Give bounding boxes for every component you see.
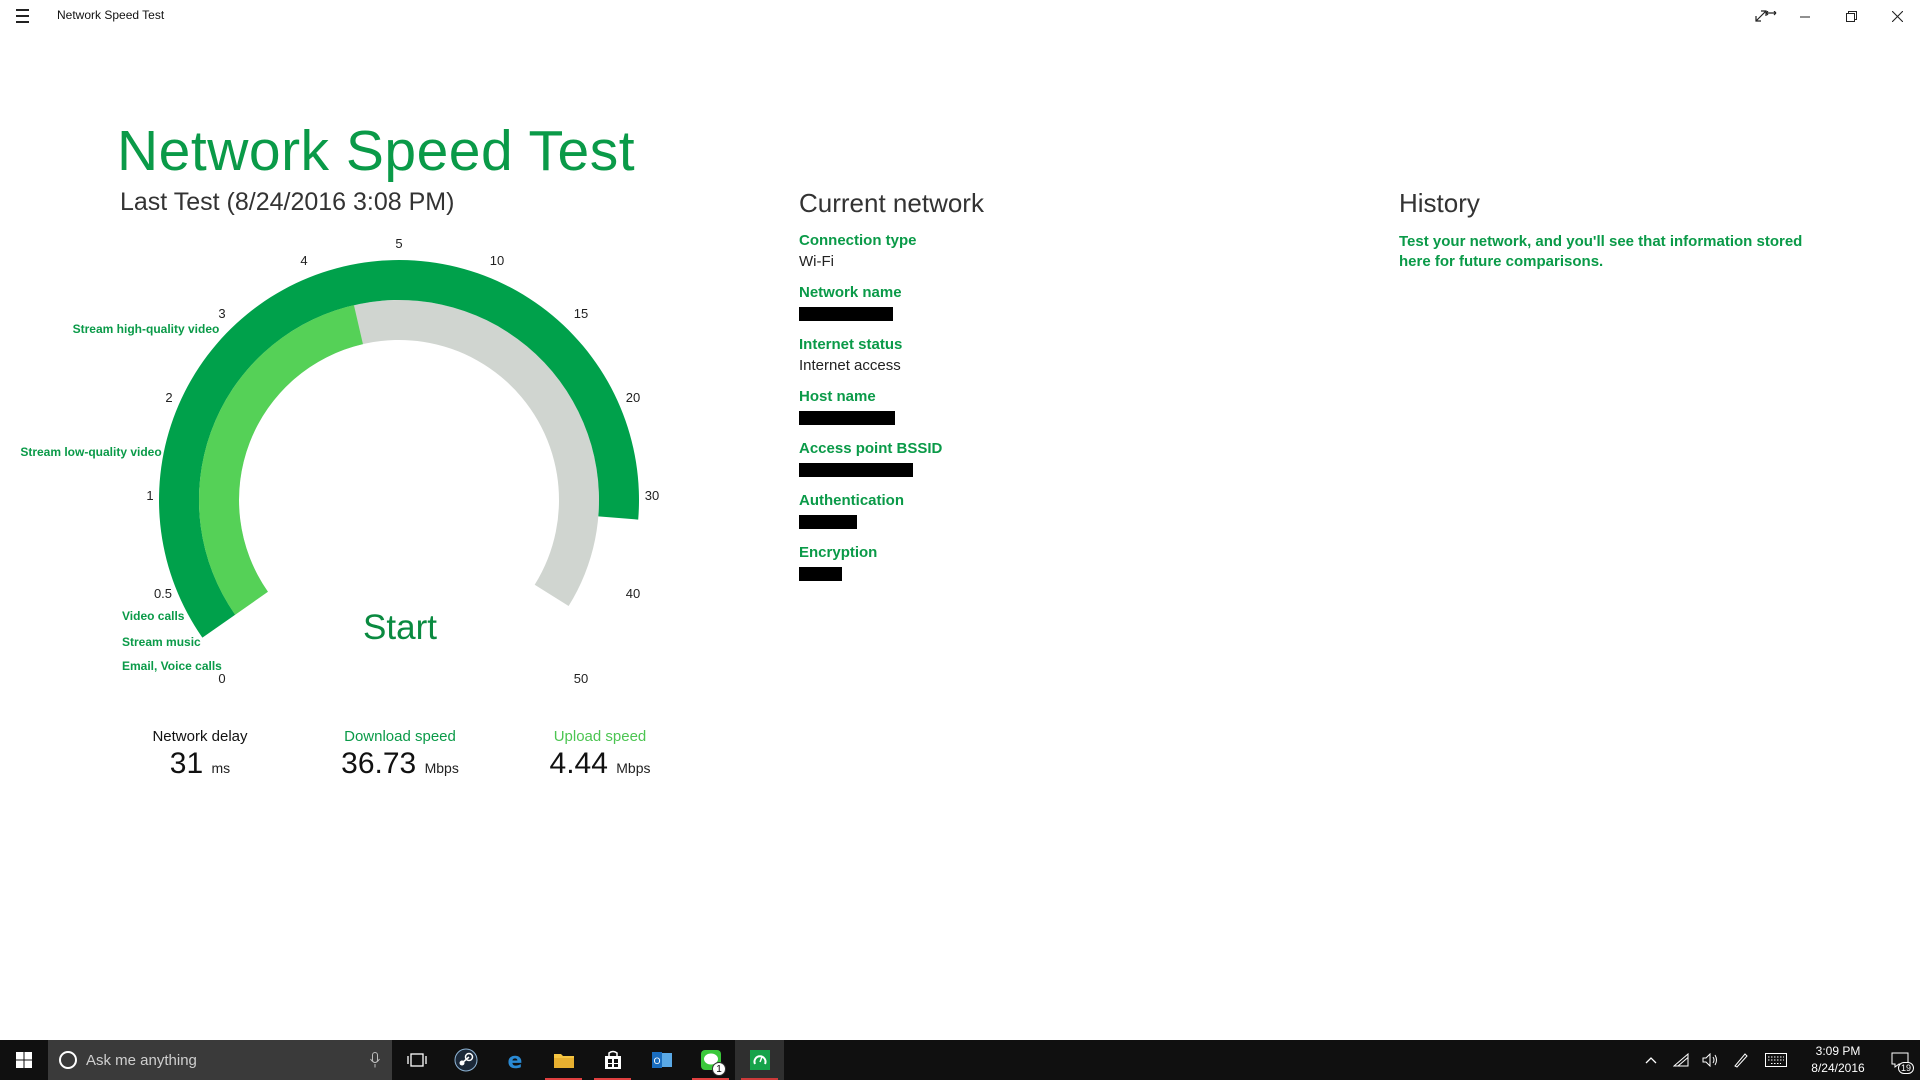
network-icon[interactable] — [1666, 1040, 1696, 1080]
download-speed-value: 36.73 Mbps — [330, 747, 470, 781]
encryption-redacted — [799, 567, 842, 581]
action-center-icon[interactable]: 19 — [1880, 1040, 1920, 1080]
svg-text:e: e — [507, 1049, 522, 1071]
window-controls — [1738, 0, 1920, 32]
system-tray: 3:09 PM 8/24/2016 19 — [1636, 1040, 1920, 1080]
internet-status-value: Internet access — [799, 357, 901, 374]
connection-type-item: Connection type Wi-Fi — [799, 232, 1119, 284]
keyboard-icon[interactable] — [1756, 1040, 1796, 1080]
gauge-scale-label: 40 — [626, 586, 640, 601]
microphone-icon[interactable] — [370, 1052, 380, 1068]
bssid-redacted — [799, 463, 913, 477]
network-delay-value: 31 ms — [140, 747, 260, 781]
current-network-heading: Current network — [799, 188, 984, 218]
line-icon[interactable]: 1 — [686, 1040, 735, 1080]
download-speed-label: Download speed — [344, 728, 456, 745]
gauge-scale-label: 30 — [645, 488, 659, 503]
encryption-item: Encryption — [799, 544, 1119, 596]
outlook-icon[interactable]: O — [637, 1040, 686, 1080]
access-point-bssid-item: Access point BSSID — [799, 440, 1119, 492]
gauge-scale-label: 1 — [146, 488, 153, 503]
network-delay-label: Network delay — [152, 728, 248, 745]
network-name-label: Network name — [799, 284, 902, 301]
history-empty-message: Test your network, and you'll see that i… — [1399, 233, 1803, 270]
page-title: Network Speed Test — [117, 119, 636, 183]
window-title: Network Speed Test — [57, 8, 165, 22]
gauge-scale-label: 10 — [490, 253, 504, 268]
gauge-scale-label: 15 — [574, 306, 588, 321]
internet-status-item: Internet status Internet access — [799, 336, 1119, 388]
system-clock[interactable]: 3:09 PM 8/24/2016 — [1796, 1043, 1880, 1077]
upload-speed-label: Upload speed — [553, 728, 647, 745]
notification-count: 19 — [1897, 1062, 1914, 1074]
taskbar-apps: e O 1 — [392, 1040, 784, 1080]
resize-arrows-icon[interactable] — [1760, 0, 1782, 32]
network-delay-stat: Network delay 31 ms — [140, 728, 260, 781]
gauge-scale-label: 3 — [218, 306, 225, 321]
gauge-scale-label: 4 — [300, 253, 307, 268]
gauge-scale-label: 5 — [395, 236, 402, 251]
store-icon[interactable] — [588, 1040, 637, 1080]
gauge-scale-label: 0.5 — [154, 586, 172, 601]
last-test-timestamp: Last Test (8/24/2016 3:08 PM) — [120, 188, 455, 216]
gauge-usage-annotation: Video calls — [122, 609, 185, 623]
gauge-scale-label: 2 — [165, 390, 172, 405]
internet-status-label: Internet status — [799, 336, 903, 353]
clock-date: 8/24/2016 — [1811, 1061, 1865, 1075]
network-name-item: Network name — [799, 284, 1119, 336]
clock-time: 3:09 PM — [1815, 1044, 1861, 1058]
encryption-label: Encryption — [799, 544, 878, 561]
authentication-item: Authentication — [799, 492, 1119, 544]
gauge-scale-label: 0 — [218, 671, 225, 686]
close-button[interactable] — [1874, 0, 1920, 32]
edge-icon[interactable]: e — [490, 1040, 539, 1080]
delay-unit: ms — [211, 760, 231, 776]
minimize-button[interactable] — [1782, 0, 1828, 32]
hamburger-menu-icon[interactable] — [12, 6, 34, 26]
windows-start-icon[interactable] — [0, 1040, 48, 1080]
host-name-label: Host name — [799, 388, 876, 405]
taskbar: Ask me anything e O 1 3:09 PM 8/24/2016 … — [0, 1040, 1920, 1080]
current-network-list: Connection type Wi-Fi Network name Inter… — [799, 232, 1119, 596]
chevron-up-icon[interactable] — [1636, 1040, 1666, 1080]
gauge-scale-label: 20 — [626, 390, 640, 405]
gauge-scale-label: 50 — [574, 671, 588, 686]
upload-unit: Mbps — [616, 760, 651, 776]
steam-icon[interactable] — [441, 1040, 490, 1080]
upload-speed-value: 4.44 Mbps — [530, 747, 670, 781]
title-bar: Network Speed Test — [0, 0, 1920, 32]
download-number: 36.73 — [341, 747, 417, 780]
gauge-usage-annotation: Stream high-quality video — [73, 322, 220, 336]
gauge-usage-annotation: Stream music — [122, 635, 201, 649]
speed-test-icon[interactable] — [735, 1040, 784, 1080]
connection-type-label: Connection type — [799, 232, 917, 249]
download-speed-stat: Download speed 36.73 Mbps — [330, 728, 470, 781]
cortana-icon — [59, 1051, 77, 1069]
network-name-redacted — [799, 307, 893, 321]
host-name-redacted — [799, 411, 895, 425]
search-placeholder: Ask me anything — [86, 1051, 197, 1069]
start-button[interactable]: Start — [340, 604, 460, 652]
pen-ink-icon[interactable] — [1726, 1040, 1756, 1080]
gauge-usage-annotation: Email, Voice calls — [122, 659, 222, 673]
cortana-search-box[interactable]: Ask me anything — [48, 1040, 392, 1080]
upload-number: 4.44 — [549, 747, 608, 780]
connection-type-value: Wi-Fi — [799, 253, 834, 270]
task-view-icon[interactable] — [392, 1040, 441, 1080]
download-unit: Mbps — [424, 760, 459, 776]
host-name-item: Host name — [799, 388, 1119, 440]
file-explorer-icon[interactable] — [539, 1040, 588, 1080]
volume-icon[interactable] — [1696, 1040, 1726, 1080]
svg-text:O: O — [653, 1057, 660, 1067]
restore-button[interactable] — [1828, 0, 1874, 32]
upload-speed-stat: Upload speed 4.44 Mbps — [530, 728, 670, 781]
history-heading: History — [1399, 188, 1480, 218]
line-notification-badge: 1 — [712, 1062, 726, 1076]
authentication-redacted — [799, 515, 857, 529]
delay-number: 31 — [169, 747, 204, 780]
gauge-usage-annotation: Stream low-quality video — [20, 445, 161, 459]
access-point-bssid-label: Access point BSSID — [799, 440, 943, 457]
authentication-label: Authentication — [799, 492, 904, 509]
